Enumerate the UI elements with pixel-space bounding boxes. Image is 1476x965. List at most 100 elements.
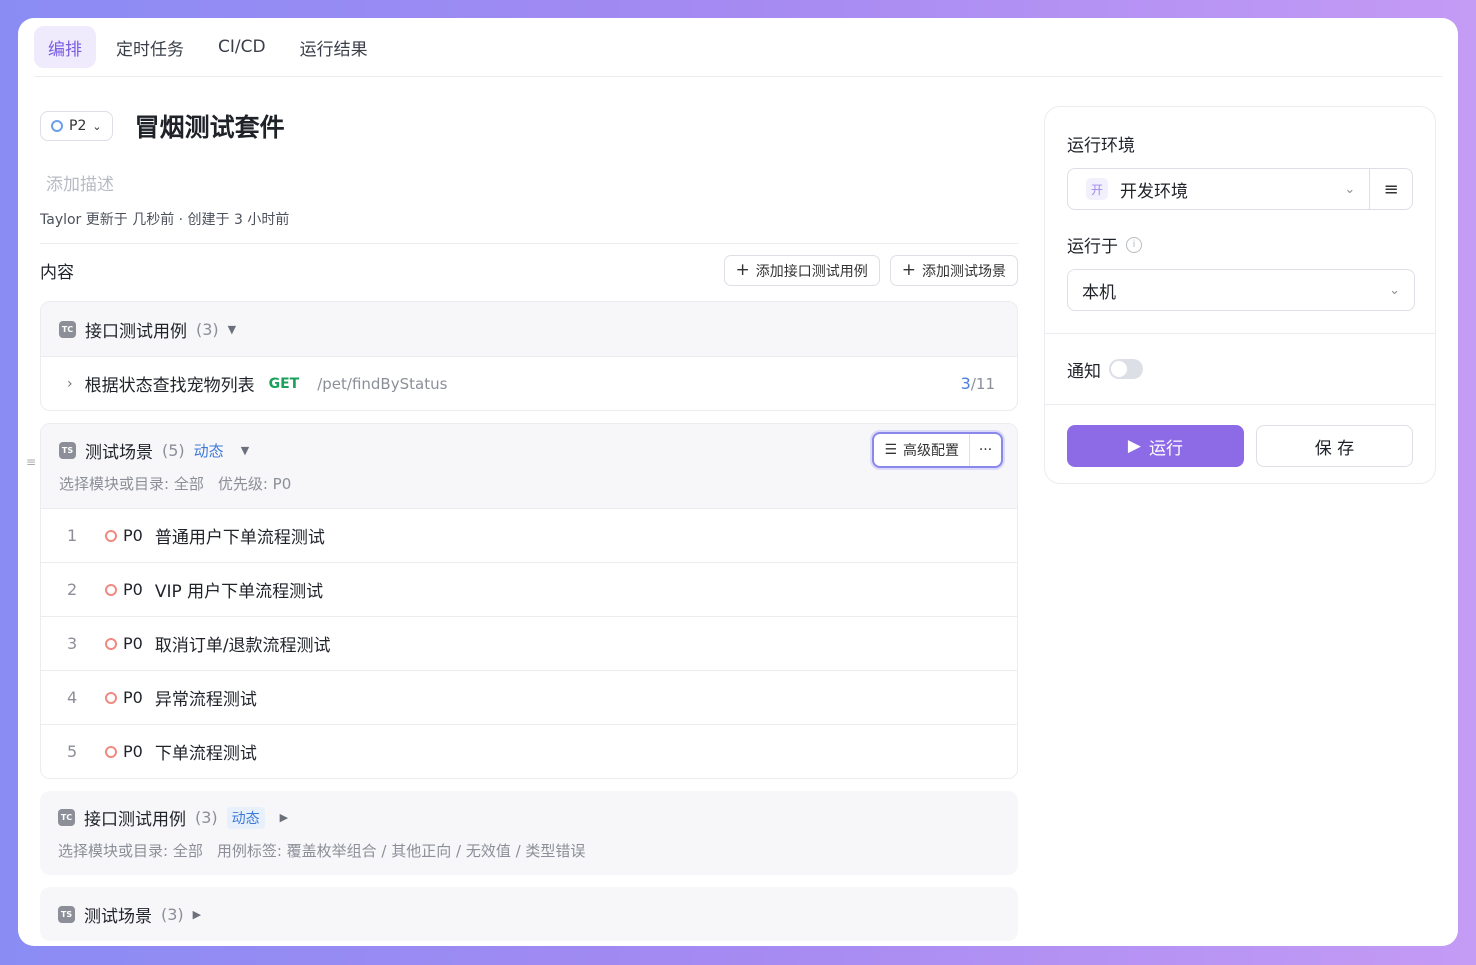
runner-label: 运行于 [1067,237,1118,257]
env-row: 开 开发环境 ⌄ ≡ [1067,168,1413,210]
dynamic-tag[interactable]: 动态 [226,806,265,829]
dynamic-link[interactable]: 动态 [194,440,224,461]
env-badge: 开 [1086,178,1108,200]
page-title[interactable]: 冒烟测试套件 [135,108,285,144]
priority-dot-icon [105,583,117,596]
api-case-row[interactable]: › 根据状态查找宠物列表 GET /pet/findByStatus 3/11 [41,356,1017,410]
caret-down-icon[interactable]: ▼ [228,323,236,336]
group-header[interactable]: TC 接口测试用例 (3) ▼ [41,302,1017,356]
scenario-row[interactable]: 4 P0 异常流程测试 [41,670,1017,724]
scenario-priority: P0 [123,688,143,707]
progress-current: 3 [960,374,971,393]
runner-select[interactable]: 本机 ⌄ [1067,269,1415,311]
content-title: 内容 [40,262,74,283]
run-panel: 运行环境 开 开发环境 ⌄ ≡ 运行于 i 本机 ⌄ 通知 ▶ 运行 保 存 [1044,106,1436,484]
scenario-name: 取消订单/退款流程测试 [154,636,331,656]
add-api-case-button[interactable]: + 添加接口测试用例 [723,255,880,286]
api-case-group-dynamic: TC 接口测试用例 (3) 动态 ▶ 选择模块或目录: 全部 用例标签: 覆盖枚举… [40,791,1018,875]
filter-module: 选择模块或目录: 全部 [59,475,204,493]
group-count: (3) [195,808,218,827]
group-count: (3) [196,319,219,339]
divider [1045,404,1435,405]
advanced-config-label: 高级配置 [903,443,959,459]
tab-scheduled-tasks[interactable]: 定时任务 [102,26,198,68]
group-count: (5) [162,441,185,460]
row-number: 4 [67,688,78,707]
group-header[interactable]: TC 接口测试用例 (3) 动态 ▶ 选择模块或目录: 全部 用例标签: 覆盖枚举… [40,791,1018,875]
row-number: 2 [67,580,78,599]
more-icon[interactable]: ··· [969,434,1001,466]
progress-total: /11 [970,375,995,393]
row-number: 3 [67,634,78,653]
runner-value: 本机 [1082,282,1116,303]
chevron-down-icon: ⌄ [1389,282,1400,298]
api-name: 根据状态查找宠物列表 [84,376,255,396]
app-window: 编排 定时任务 CI/CD 运行结果 ≡ P2 ⌄ 冒烟测试套件 添加描述 Ta… [18,18,1458,946]
group-title: 测试场景 [85,443,153,463]
chevron-down-icon: ⌄ [1344,181,1356,197]
scenario-name: 普通用户下单流程测试 [154,528,325,548]
scenario-row[interactable]: 2 P0 VIP 用户下单流程测试 [41,562,1017,616]
plus-icon: + [901,260,916,280]
tc-icon: TC [59,320,76,338]
env-value: 开发环境 [1120,181,1188,202]
group-header-line: TC 接口测试用例 (3) 动态 ▶ [58,805,288,830]
group-title: 测试场景 [84,906,152,927]
case-progress: 3/11 [961,374,995,393]
notify-toggle[interactable] [1109,359,1143,379]
save-button[interactable]: 保 存 [1255,425,1413,467]
row-number: 5 [67,742,78,761]
priority-select[interactable]: P2 ⌄ [40,111,113,141]
drag-handle-icon[interactable]: ≡ [26,456,36,468]
group-filters: 选择模块或目录: 全部 优先级: P0 [59,473,291,494]
group-header[interactable]: TS 测试场景 (3) ▶ [40,887,1018,941]
content-actions: + 添加接口测试用例 + 添加测试场景 [723,255,1018,286]
notify-section: 通知 [1045,334,1435,404]
meta-info: Taylor 更新于 几秒前 · 创建于 3 小时前 [40,212,290,228]
group-count: (3) [161,904,184,924]
chevron-right-icon[interactable]: › [67,376,73,392]
group-title: 接口测试用例 [84,810,186,830]
run-button[interactable]: ▶ 运行 [1067,425,1244,467]
tabs-divider [34,76,1442,77]
scenario-priority: P0 [123,742,143,761]
priority-dot-icon [105,745,117,758]
tab-orchestration[interactable]: 编排 [34,26,96,68]
description-input[interactable]: 添加描述 [46,170,1018,195]
tab-cicd[interactable]: CI/CD [204,26,280,68]
runner-label-row: 运行于 i [1067,232,1413,257]
api-case-group: TC 接口测试用例 (3) ▼ › 根据状态查找宠物列表 GET /pet/fi… [40,301,1018,411]
group-title: 接口测试用例 [85,321,187,342]
info-icon[interactable]: i [1126,236,1142,253]
row-number: 1 [67,526,78,545]
caret-down-icon[interactable]: ▼ [241,444,249,457]
priority-dot-icon [105,691,117,704]
advanced-config-button[interactable]: ☰ 高级配置 [874,434,969,466]
tab-bar: 编排 定时任务 CI/CD 运行结果 [34,26,382,68]
content-header: 内容 + 添加接口测试用例 + 添加测试场景 [40,244,1018,296]
plus-icon: + [735,260,750,280]
scenario-name: 异常流程测试 [154,690,257,710]
scenario-group-collapsed: TS 测试场景 (3) ▶ [40,887,1018,941]
add-scenario-button[interactable]: + 添加测试场景 [889,255,1018,286]
env-label: 运行环境 [1067,136,1135,156]
title-row: P2 ⌄ 冒烟测试套件 [40,98,1018,154]
caret-right-icon[interactable]: ▶ [280,811,288,824]
filter-tags: 用例标签: 覆盖枚举组合 / 其他正向 / 无效值 / 类型错误 [216,842,586,860]
group-header-line: TS 测试场景 (5) 动态 ▼ [59,438,249,463]
scenario-priority: P0 [123,526,143,545]
caret-right-icon[interactable]: ▶ [193,908,201,921]
env-select[interactable]: 开 开发环境 ⌄ [1067,168,1371,210]
api-path: /pet/findByStatus [317,374,448,393]
scenario-row[interactable]: 3 P0 取消订单/退款流程测试 [41,616,1017,670]
tab-run-results[interactable]: 运行结果 [286,26,382,68]
group-header[interactable]: TS 测试场景 (5) 动态 ▼ 选择模块或目录: 全部 优先级: P0 ☰ 高级… [41,424,1017,508]
scenario-row[interactable]: 1 P0 普通用户下单流程测试 [41,508,1017,562]
tc-icon: TC [58,809,75,826]
priority-value: P2 [69,118,87,134]
add-api-case-label: 添加接口测试用例 [755,263,868,280]
ts-icon: TS [58,905,75,923]
scenario-row[interactable]: 5 P0 下单流程测试 [41,724,1017,778]
env-menu-icon[interactable]: ≡ [1370,168,1413,210]
priority-dot-icon [105,637,117,650]
